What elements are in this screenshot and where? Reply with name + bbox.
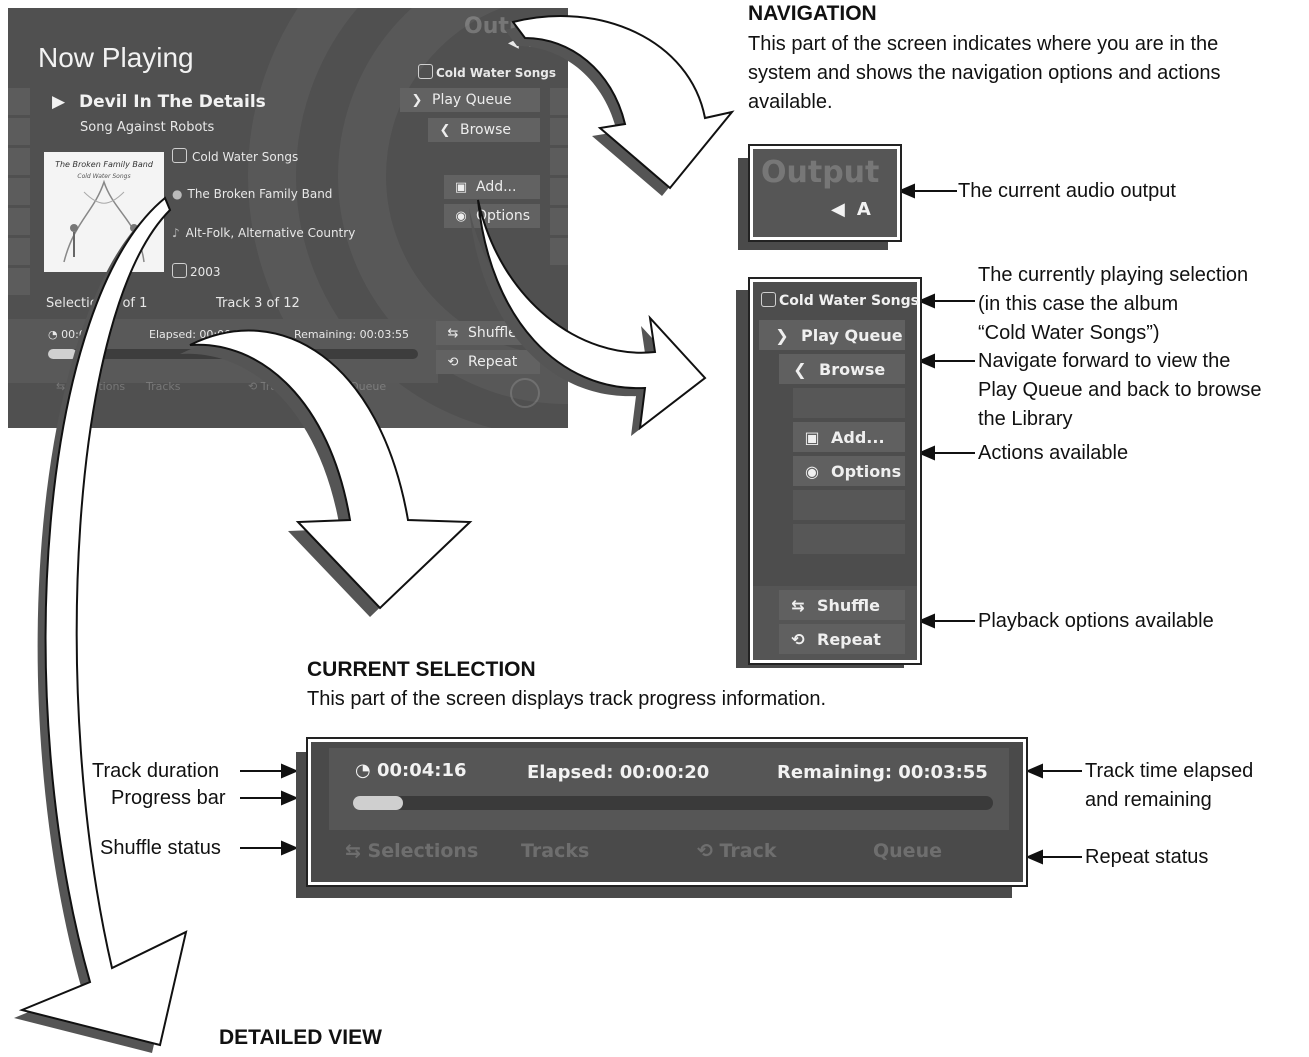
shuffle-status-tracks: Tracks: [521, 840, 590, 862]
options-icon: ◉: [805, 461, 819, 481]
progress-fill: [353, 796, 403, 810]
add-button[interactable]: ▣ Add...: [793, 422, 905, 452]
navigation-zoom: Cold Water Songs ❯ Play Queue ❮ Browse ▣ Ad…: [748, 277, 922, 665]
repeat-status-queue: Queue: [873, 840, 942, 862]
chevron-left-icon: ❮: [793, 359, 807, 379]
selection-callout: The currently playing selection (in this…: [978, 264, 1249, 344]
navigate-callout: Navigate forward to view the Play Queue …: [978, 350, 1262, 430]
shuffle-icon: ⇆: [791, 595, 805, 615]
repeat-icon: ⟲: [697, 840, 713, 862]
current-selection-description: This part of the screen displays track p…: [307, 688, 827, 710]
progress-bar[interactable]: [353, 796, 993, 810]
repeat-button[interactable]: ⟲ Repeat: [779, 624, 905, 654]
current-selection-heading: CURRENT SELECTION: [307, 658, 536, 681]
current-selection-zoom: ◔ 00:04:16 Elapsed: 00:00:20 Remaining: …: [306, 737, 1028, 887]
repeat-status-track: ⟲ Track: [697, 840, 777, 862]
navigation-description: This part of the screen indicates where …: [748, 33, 1221, 113]
callout-arrows: [14, 15, 1082, 1053]
current-selection-label[interactable]: Cold Water Songs: [761, 292, 919, 309]
detailed-view-arrow: [18, 196, 188, 1047]
elapsed-remaining-label: Track time elapsed and remaining: [1085, 760, 1254, 811]
output-indicator: ◀ A: [831, 199, 871, 220]
shuffle-status-label: Shuffle status: [100, 837, 221, 859]
browse-button[interactable]: ❮ Browse: [779, 354, 905, 384]
add-icon: ▣: [804, 427, 820, 447]
track-duration-label: Track duration: [92, 760, 220, 782]
speaker-icon: ◀: [831, 199, 845, 220]
clock-icon: ◔: [355, 760, 371, 781]
output-zoom: Output ◀ A: [748, 144, 902, 242]
repeat-status-label: Repeat status: [1085, 846, 1209, 868]
remaining-time: Remaining: 00:03:55: [777, 762, 988, 783]
navigation-heading: NAVIGATION: [748, 2, 877, 25]
album-icon: [761, 292, 776, 307]
chevron-right-icon: ❯: [775, 325, 789, 345]
shuffle-button[interactable]: ⇆ Shuffle: [779, 590, 905, 620]
shuffle-status-selections: ⇆ Selections: [345, 840, 479, 862]
track-duration: ◔ 00:04:16: [355, 760, 467, 781]
play-queue-button[interactable]: ❯ Play Queue: [759, 320, 905, 350]
options-button[interactable]: ◉ Options: [793, 456, 905, 486]
progress-bar-label: Progress bar: [111, 787, 226, 809]
shuffle-icon: ⇆: [345, 840, 361, 862]
output-ghost-label: Output: [761, 155, 880, 190]
actions-callout: Actions available: [978, 442, 1129, 464]
detailed-view-heading: DETAILED VIEW: [219, 1026, 382, 1049]
output-callout: The current audio output: [958, 180, 1176, 202]
repeat-icon: ⟲: [791, 629, 805, 649]
elapsed-time: Elapsed: 00:00:20: [527, 762, 710, 783]
playback-callout: Playback options available: [978, 610, 1214, 632]
